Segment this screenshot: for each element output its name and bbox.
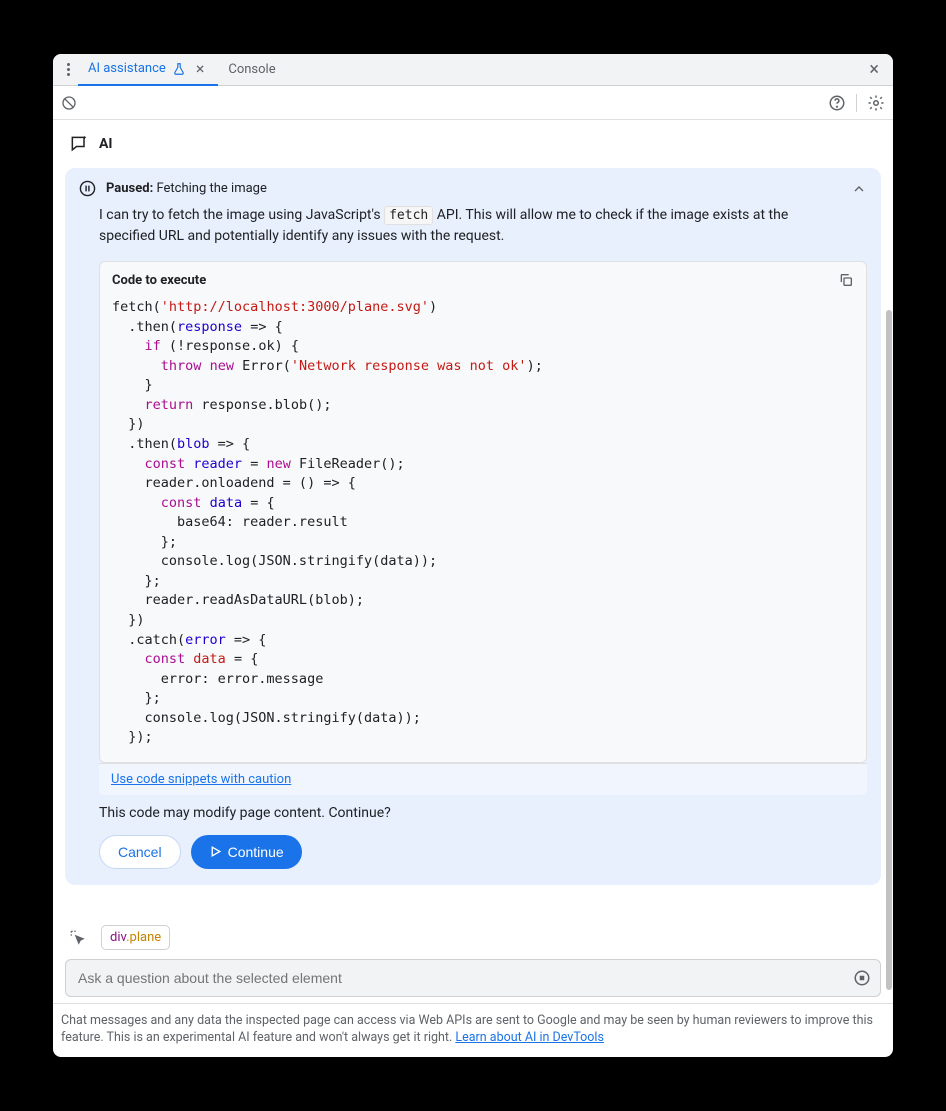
- devtools-window: AI assistance × Console ×: [53, 54, 893, 1057]
- ai-title: AI: [99, 136, 113, 152]
- chevron-up-icon[interactable]: [851, 181, 867, 197]
- divider: [856, 94, 857, 112]
- code-content: fetch('http://localhost:3000/plane.svg')…: [100, 298, 866, 762]
- caution-link[interactable]: Use code snippets with caution: [111, 772, 291, 787]
- paused-description: I can try to fetch the image using JavaS…: [65, 205, 881, 257]
- help-icon[interactable]: [828, 94, 846, 112]
- copy-icon[interactable]: [838, 272, 854, 288]
- tab-label: Console: [228, 62, 275, 77]
- play-icon: [209, 845, 222, 858]
- selected-element-badge[interactable]: div.plane: [101, 925, 170, 950]
- tab-label: AI assistance: [88, 61, 166, 76]
- block-icon[interactable]: [61, 95, 77, 111]
- chat-input[interactable]: [65, 959, 881, 997]
- chat-input-row: [65, 959, 881, 997]
- tab-bar: AI assistance × Console ×: [53, 54, 893, 86]
- confirm-text: This code may modify page content. Conti…: [65, 795, 881, 835]
- close-icon[interactable]: ×: [192, 59, 209, 78]
- ai-header: AI: [61, 134, 885, 154]
- continue-button[interactable]: Continue: [191, 835, 302, 869]
- learn-link[interactable]: Learn about AI in DevTools: [455, 1030, 604, 1045]
- selected-element-row: div.plane: [65, 925, 881, 951]
- inline-code: fetch: [384, 206, 433, 225]
- cancel-button[interactable]: Cancel: [99, 835, 181, 869]
- code-block-header: Code to execute: [100, 262, 866, 298]
- code-block-title: Code to execute: [112, 273, 206, 288]
- card-header: Paused: Fetching the image: [65, 168, 881, 205]
- flask-icon: [172, 62, 186, 76]
- caution-bar: Use code snippets with caution: [99, 763, 867, 795]
- pause-icon: [79, 180, 96, 197]
- tab-console[interactable]: Console: [218, 54, 285, 86]
- tab-ai-assistance[interactable]: AI assistance ×: [78, 54, 218, 86]
- footer-disclaimer: Chat messages and any data the inspected…: [53, 1003, 893, 1057]
- gear-icon[interactable]: [867, 94, 885, 112]
- content-area: AI Paused: Fetching the image: [53, 120, 893, 1003]
- stop-icon[interactable]: [853, 969, 871, 987]
- paused-card: Paused: Fetching the image I can try to …: [65, 168, 881, 885]
- status-text: Paused: Fetching the image: [106, 181, 267, 196]
- more-menu-icon[interactable]: [59, 63, 78, 76]
- toolbar: [53, 86, 893, 120]
- scrollbar[interactable]: [885, 120, 893, 1003]
- close-icon[interactable]: ×: [861, 59, 887, 80]
- code-block: Code to execute fetch('http://localhost:…: [99, 261, 867, 763]
- element-picker-icon[interactable]: [65, 925, 91, 951]
- chat-sparkle-icon: [69, 134, 89, 154]
- action-row: Cancel Continue: [65, 835, 881, 885]
